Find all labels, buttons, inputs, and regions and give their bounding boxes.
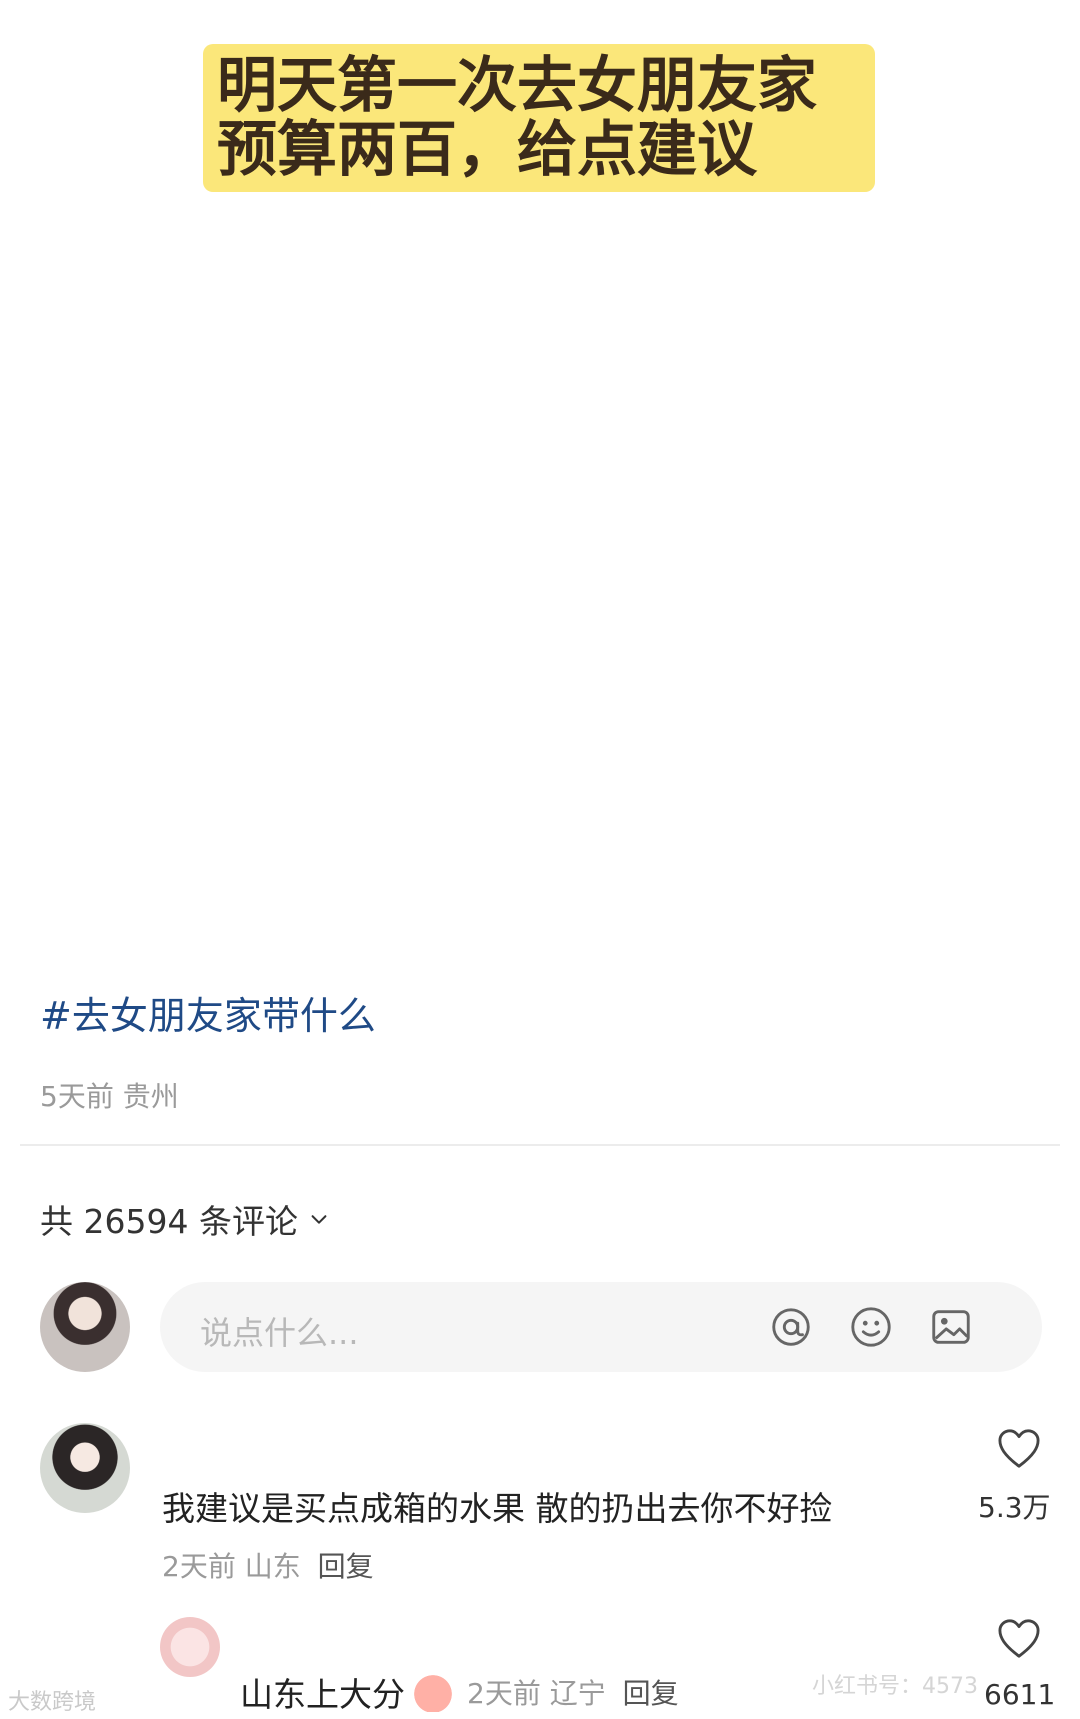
at-icon[interactable]	[768, 1304, 814, 1350]
reply-button[interactable]: 回复	[318, 1550, 374, 1583]
post-hashtag-link[interactable]: #去女朋友家带什么	[40, 985, 376, 1040]
post-title-line-1: 明天第一次去女朋友家	[217, 51, 817, 121]
comment-input[interactable]: 说点什么...	[160, 1282, 1042, 1372]
current-user-avatar	[40, 1282, 130, 1372]
commenter-avatar[interactable]	[40, 1423, 130, 1513]
reply-meta: 2天前 辽宁 回复	[467, 1672, 679, 1712]
emoji-icon[interactable]	[848, 1304, 894, 1350]
like-count: 6611	[984, 1678, 1056, 1711]
post-title-line-2: 预算两百，给点建议	[217, 115, 757, 185]
watermark-right: 小红书号：4573	[812, 1674, 978, 1699]
comment-count-sort-toggle[interactable]: 共 26594 条评论	[40, 1195, 330, 1243]
reply-button[interactable]: 回复	[623, 1677, 679, 1710]
divider	[20, 1144, 1060, 1146]
comment-time-location: 2天前 山东	[162, 1550, 301, 1583]
reply-avatar[interactable]	[160, 1617, 220, 1677]
reply-text: 山东上大分	[240, 1675, 405, 1714]
post-title-card: 明天第一次去女朋友家 预算两百，给点建议	[203, 44, 875, 192]
image-icon[interactable]	[928, 1304, 974, 1350]
comment-input-placeholder: 说点什么...	[200, 1314, 359, 1352]
comment-text: 我建议是买点成箱的水果 散的扔出去你不好捡	[162, 1489, 833, 1528]
chevron-down-icon	[311, 1215, 327, 1224]
heart-icon[interactable]	[996, 1618, 1042, 1660]
like-count: 5.3万	[978, 1491, 1051, 1524]
heart-icon[interactable]	[996, 1428, 1042, 1470]
comment-count-label: 共 26594 条评论	[40, 1202, 298, 1241]
crying-emoji-icon	[411, 1672, 455, 1712]
reply-time-location: 2天前 辽宁	[467, 1677, 606, 1710]
post-meta: 5天前 贵州	[40, 1080, 179, 1113]
reply-comment: 山东上大分 2天前 辽宁 回复	[240, 1668, 679, 1716]
watermark-left: 大数跨境	[8, 1690, 97, 1715]
comment-meta: 2天前 山东 回复	[162, 1545, 374, 1585]
